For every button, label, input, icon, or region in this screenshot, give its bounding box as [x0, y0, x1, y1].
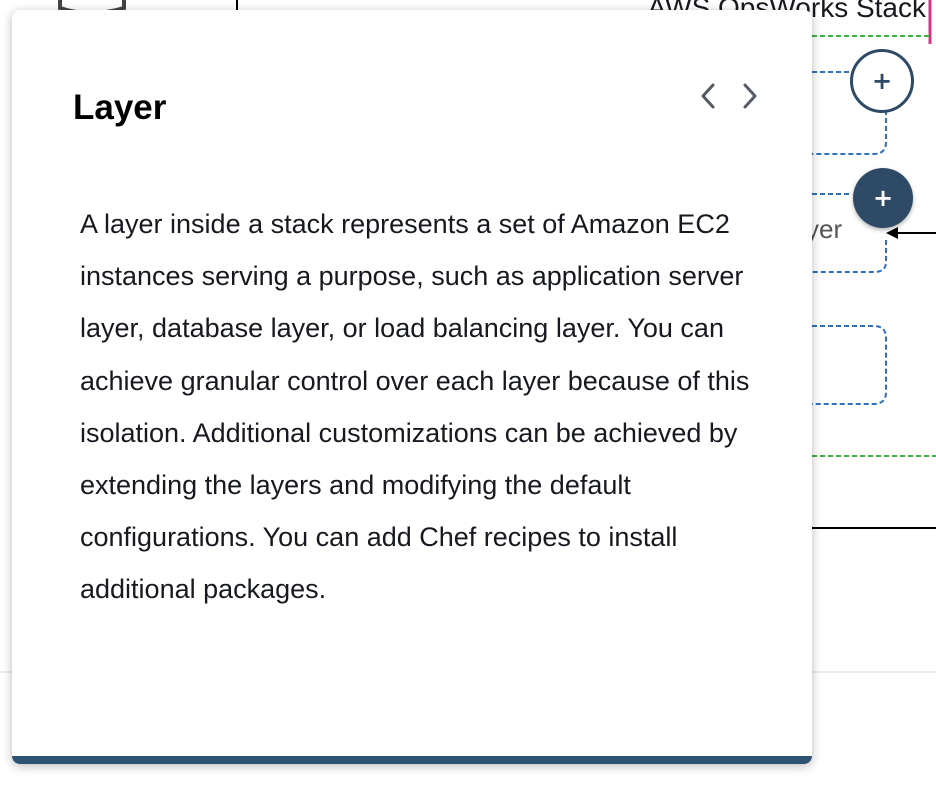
- layer-info-popover: Layer A layer inside a stack represents …: [12, 10, 812, 764]
- chevron-left-icon: [701, 83, 715, 109]
- chevron-right-icon: [743, 83, 757, 109]
- layer-box-3: [812, 325, 887, 405]
- previous-button[interactable]: [692, 80, 724, 112]
- next-button[interactable]: [734, 80, 766, 112]
- arrow-head-icon: [886, 227, 898, 239]
- popover-accent-bar: [12, 756, 812, 764]
- popover-title: Layer: [73, 88, 167, 127]
- add-instance-button[interactable]: +: [853, 168, 913, 228]
- popover-description: A layer inside a stack represents a set …: [80, 209, 750, 605]
- add-layer-button[interactable]: +: [850, 49, 914, 113]
